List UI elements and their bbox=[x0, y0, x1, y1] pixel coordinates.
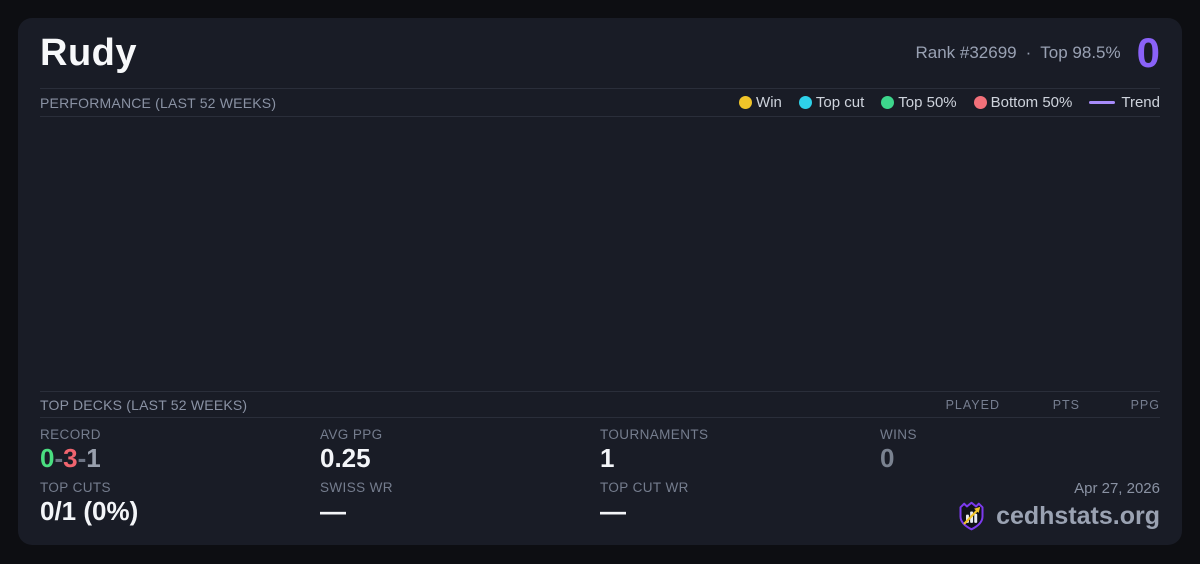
legend-item-trend: Trend bbox=[1089, 94, 1160, 111]
legend-item-top-cut: Top cut bbox=[798, 94, 865, 111]
stat-label: RECORD bbox=[40, 427, 101, 442]
trend-line-icon bbox=[1089, 101, 1116, 104]
rank-block: Rank #32699 · Top 98.5% 0 bbox=[915, 32, 1160, 74]
record-separator: - bbox=[77, 443, 87, 473]
legend-label: Win bbox=[756, 94, 782, 111]
rank-info: Rank #32699 · Top 98.5% bbox=[915, 43, 1120, 63]
top-decks-section-title: TOP DECKS (LAST 52 WEEKS) bbox=[40, 396, 248, 413]
brand-row: cedhstats.org bbox=[955, 500, 1160, 533]
bottom50-dot-icon bbox=[973, 96, 987, 109]
avg-ppg-value: 0.25 bbox=[320, 443, 371, 473]
stat-label: SWISS WR bbox=[320, 480, 393, 495]
legend-item-top50: Top 50% bbox=[881, 94, 957, 111]
stat-label: WINS bbox=[880, 427, 917, 442]
wins-value: 0 bbox=[880, 443, 895, 473]
rank-separator-dot: · bbox=[1025, 43, 1032, 62]
top-cuts-value: 0/1 (0%) bbox=[40, 496, 139, 526]
stat-wins: WINS 0 bbox=[880, 427, 1160, 480]
top-cut-dot-icon bbox=[798, 96, 812, 109]
legend-label: Trend bbox=[1121, 94, 1160, 111]
player-name: Rudy bbox=[40, 31, 137, 74]
stat-top-cuts: TOP CUTS 0/1 (0%) bbox=[40, 480, 320, 533]
stat-label: TOP CUTS bbox=[40, 480, 111, 495]
tournaments-value: 1 bbox=[600, 443, 615, 473]
win-dot-icon bbox=[739, 96, 753, 109]
page: { "colors": { "background": "#0d0e12", "… bbox=[0, 0, 1200, 564]
top-decks-section-header: TOP DECKS (LAST 52 WEEKS) PLAYED PTS PPG bbox=[40, 391, 1160, 418]
stat-label: TOURNAMENTS bbox=[600, 427, 709, 442]
record-value: 0-3-1 bbox=[40, 443, 320, 474]
branding-block: Apr 27, 2026 cedhstats.org bbox=[880, 480, 1160, 533]
player-stats-card: Rudy Rank #32699 · Top 98.5% 0 PERFORMAN… bbox=[18, 18, 1182, 545]
trophy-count-badge: 0 bbox=[1136, 29, 1160, 76]
legend-item-bottom50: Bottom 50% bbox=[973, 94, 1073, 111]
date-text: Apr 27, 2026 bbox=[1074, 480, 1160, 497]
performance-chart-plot-area bbox=[18, 117, 1182, 391]
chart-legend: Win Top cut Top 50% Bottom 50% Trend bbox=[739, 94, 1160, 111]
legend-label: Top 50% bbox=[898, 94, 957, 111]
card-header: Rudy Rank #32699 · Top 98.5% 0 bbox=[18, 18, 1182, 88]
performance-section-title: PERFORMANCE (LAST 52 WEEKS) bbox=[40, 94, 277, 111]
record-draws: 1 bbox=[86, 443, 101, 473]
legend-label: Bottom 50% bbox=[990, 94, 1073, 111]
top50-dot-icon bbox=[881, 96, 895, 109]
column-header-ppg: PPG bbox=[1130, 397, 1160, 412]
stat-label: TOP CUT WR bbox=[600, 480, 689, 495]
cedhstats-brand-link[interactable]: cedhstats.org bbox=[996, 504, 1160, 529]
legend-item-win: Win bbox=[739, 94, 782, 111]
top-decks-column-headers: PLAYED PTS PPG bbox=[920, 398, 1160, 412]
stat-swiss-wr: SWISS WR — bbox=[320, 480, 600, 533]
top-cut-wr-value: — bbox=[600, 496, 626, 526]
record-separator: - bbox=[54, 443, 64, 473]
rank-text: Rank #32699 bbox=[915, 43, 1017, 62]
record-losses: 3 bbox=[63, 443, 78, 473]
record-wins: 0 bbox=[40, 443, 55, 473]
column-header-pts: PTS bbox=[1052, 397, 1080, 412]
stat-record: RECORD 0-3-1 bbox=[40, 427, 320, 480]
column-header-played: PLAYED bbox=[945, 397, 1000, 412]
stat-tournaments: TOURNAMENTS 1 bbox=[600, 427, 880, 480]
legend-label: Top cut bbox=[815, 94, 865, 111]
swiss-wr-value: — bbox=[320, 496, 346, 526]
performance-section-header: PERFORMANCE (LAST 52 WEEKS) Win Top cut … bbox=[40, 88, 1160, 117]
top-percent-text: Top 98.5% bbox=[1040, 43, 1121, 62]
stat-label: AVG PPG bbox=[320, 427, 383, 442]
stats-grid: RECORD 0-3-1 AVG PPG 0.25 TOURNAMENTS 1 … bbox=[18, 418, 1182, 545]
stat-avg-ppg: AVG PPG 0.25 bbox=[320, 427, 600, 480]
stat-top-cut-wr: TOP CUT WR — bbox=[600, 480, 880, 533]
cedhstats-shield-logo-icon bbox=[959, 501, 984, 531]
